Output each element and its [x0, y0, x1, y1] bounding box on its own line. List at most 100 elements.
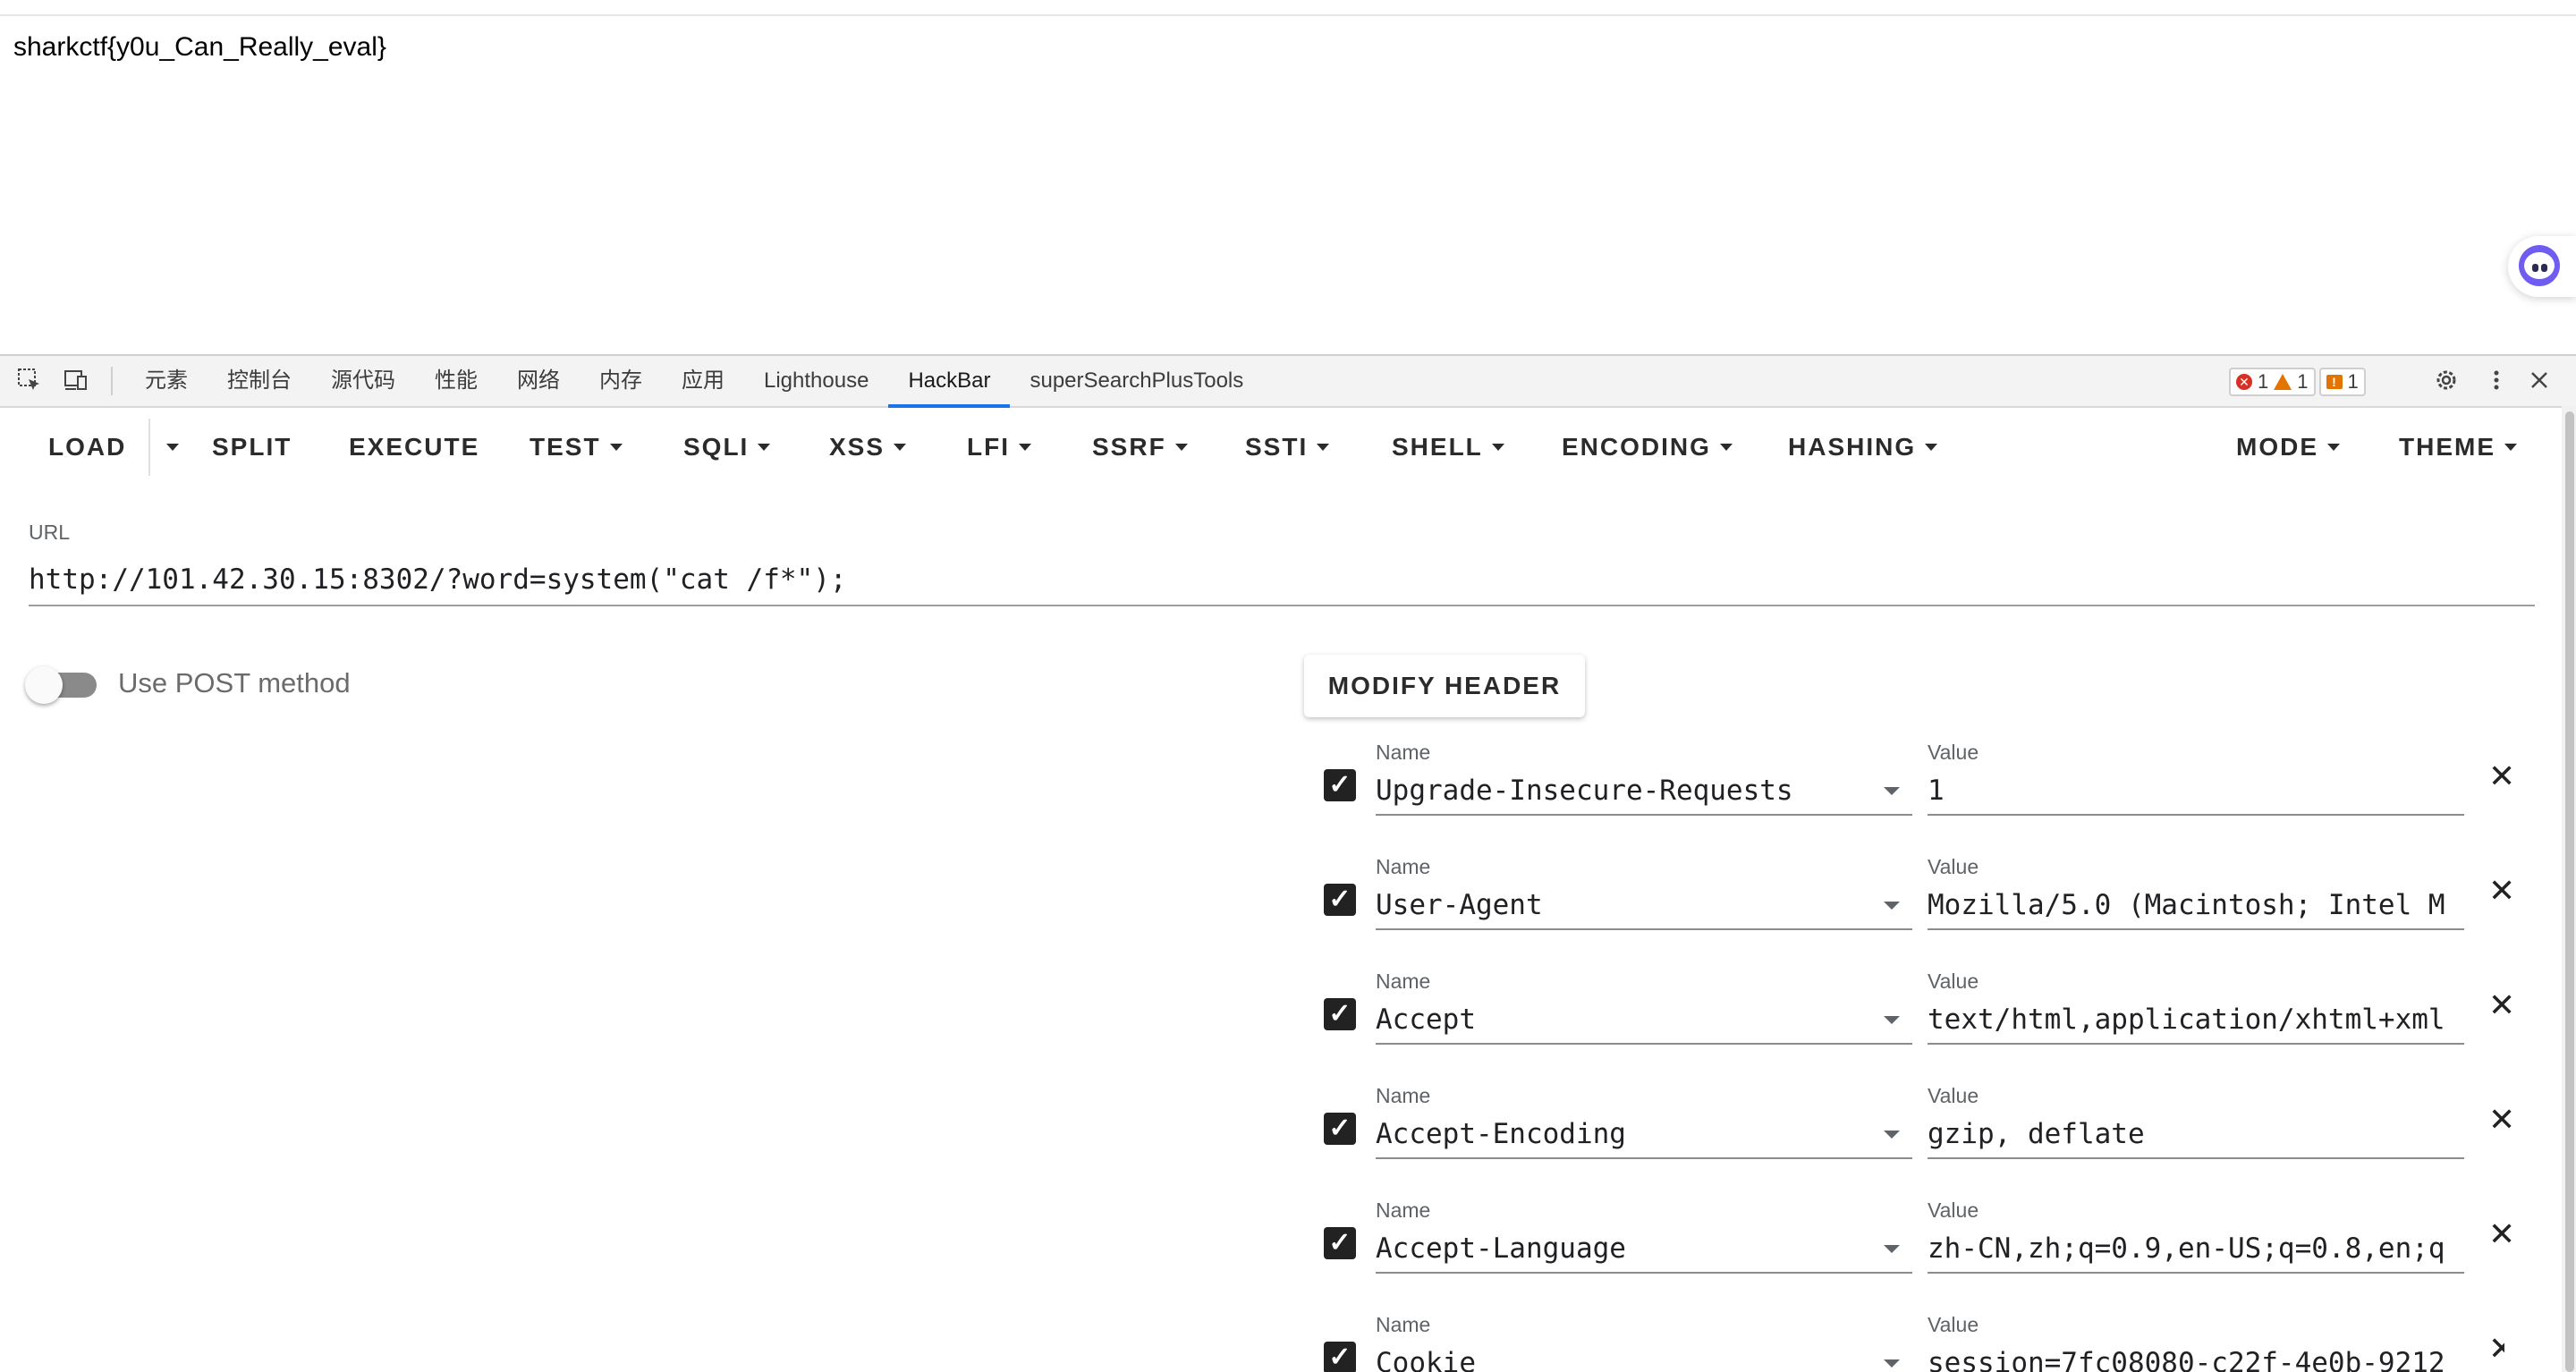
panel-scrollbar-thumb[interactable] — [2565, 411, 2574, 1372]
header-name-field[interactable]: Accept — [1376, 995, 1912, 1045]
header-value-label: Value — [1928, 741, 1979, 764]
tab-elements[interactable]: 元素 — [125, 356, 208, 406]
header-value-field[interactable]: zh-CN,zh;q=0.9,en-US;q=0.8,en;q — [1928, 1224, 2464, 1274]
header-name-label: Name — [1376, 1198, 1431, 1222]
header-value-field[interactable]: Mozilla/5.0 (Macintosh; Intel M — [1928, 880, 2464, 930]
info-badge: ! 1 — [2318, 368, 2366, 396]
sqli-label: SQLI — [683, 433, 750, 461]
delete-header-icon[interactable]: ✕ — [2488, 1218, 2515, 1250]
url-input[interactable] — [29, 555, 2535, 606]
caret-down-icon[interactable] — [1884, 1245, 1900, 1253]
theme-label: THEME — [2399, 433, 2496, 461]
caret-down-icon[interactable] — [1884, 1131, 1900, 1139]
chevron-down-icon — [2327, 443, 2340, 451]
tab-sources[interactable]: 源代码 — [311, 356, 415, 406]
toolbar-divider — [111, 367, 113, 395]
tab-performance[interactable]: 性能 — [415, 356, 497, 406]
assistant-float-button[interactable] — [2508, 236, 2576, 297]
chevron-down-icon — [609, 443, 623, 451]
tab-memory[interactable]: 内存 — [580, 356, 662, 406]
close-icon[interactable] — [2526, 367, 2553, 394]
page-flag-text: sharkctf{y0u_Can_Really_eval} — [13, 32, 386, 62]
hashing-menu[interactable]: HASHING — [1788, 406, 1938, 488]
header-name-field[interactable]: Cookie — [1376, 1338, 1912, 1372]
modify-header-button[interactable]: MODIFY HEADER — [1304, 655, 1585, 717]
encoding-menu[interactable]: ENCODING — [1562, 406, 1733, 488]
tab-network[interactable]: 网络 — [497, 356, 580, 406]
execute-button[interactable]: EXECUTE — [349, 406, 479, 488]
header-value-label: Value — [1928, 1198, 1979, 1222]
header-enabled-checkbox[interactable]: ✓ — [1324, 1113, 1356, 1145]
header-name-label: Name — [1376, 855, 1431, 878]
delete-header-icon[interactable]: ✕ — [2488, 989, 2515, 1021]
device-toolbar-icon[interactable] — [63, 367, 89, 394]
eye-left — [2532, 264, 2538, 272]
load-button[interactable]: LOAD — [48, 406, 126, 488]
mode-menu[interactable]: MODE — [2236, 406, 2340, 488]
header-name-field[interactable]: Accept-Encoding — [1376, 1109, 1912, 1159]
theme-menu[interactable]: THEME — [2399, 406, 2517, 488]
header-enabled-checkbox[interactable]: ✓ — [1324, 769, 1356, 801]
test-label: TEST — [530, 433, 601, 461]
delete-header-icon[interactable]: ✕ — [2488, 760, 2515, 792]
tab-hackbar[interactable]: HackBar — [888, 356, 1011, 408]
header-value-field[interactable]: text/html,application/xhtml+xml — [1928, 995, 2464, 1045]
delete-header-icon[interactable]: ✕ — [2488, 875, 2515, 907]
info-count: 1 — [2347, 370, 2359, 393]
delete-header-icon[interactable]: ✕ — [2488, 1104, 2515, 1136]
delete-header-icon[interactable]: ✕ — [2488, 1333, 2504, 1365]
header-enabled-checkbox[interactable]: ✓ — [1324, 884, 1356, 916]
ssti-menu[interactable]: SSTI — [1245, 406, 1330, 488]
tab-supersearchplustools[interactable]: superSearchPlusTools — [1010, 356, 1263, 406]
header-value-label: Value — [1928, 1084, 1979, 1107]
tab-lighthouse[interactable]: Lighthouse — [744, 356, 888, 406]
lfi-menu[interactable]: LFI — [967, 406, 1031, 488]
tab-application[interactable]: 应用 — [662, 356, 744, 406]
ssrf-menu[interactable]: SSRF — [1092, 406, 1188, 488]
header-name-label: Name — [1376, 1084, 1431, 1107]
header-value-field[interactable]: gzip, deflate — [1928, 1109, 2464, 1159]
eye-right — [2541, 264, 2547, 272]
post-method-toggle-knob[interactable] — [25, 666, 63, 704]
header-enabled-checkbox[interactable]: ✓ — [1324, 1227, 1356, 1259]
split-button[interactable]: SPLIT — [212, 406, 292, 488]
header-value-field[interactable]: 1 — [1928, 766, 2464, 816]
post-method-label: Use POST method — [118, 667, 351, 699]
gear-icon[interactable] — [2433, 367, 2460, 394]
devtools-tabs: 元素 控制台 源代码 性能 网络 内存 应用 Lighthouse HackBa… — [125, 356, 1263, 408]
header-row: ✓ Name Upgrade-Insecure-Requests Value 1… — [1315, 741, 2515, 855]
info-icon: ! — [2326, 375, 2343, 389]
caret-down-icon[interactable] — [1884, 902, 1900, 910]
caret-down-icon[interactable] — [1884, 787, 1900, 795]
issues-counter[interactable]: ✕ 1 1 ! 1 — [2229, 368, 2366, 396]
error-count: 1 — [2258, 370, 2269, 393]
hackbar-toolbar: LOAD SPLIT EXECUTE TEST SQLI XSS LFI SSR… — [0, 406, 2558, 488]
chevron-down-icon — [1925, 443, 1938, 451]
header-enabled-checkbox[interactable]: ✓ — [1324, 1342, 1356, 1372]
header-name-field[interactable]: Upgrade-Insecure-Requests — [1376, 766, 1912, 816]
caret-down-icon[interactable] — [1884, 1016, 1900, 1024]
header-row: ✓ Name Cookie Value session=7fc08080-c22… — [1315, 1313, 2504, 1372]
header-enabled-checkbox[interactable]: ✓ — [1324, 998, 1356, 1030]
test-menu[interactable]: TEST — [530, 406, 623, 488]
chevron-down-icon — [2504, 443, 2517, 451]
xss-menu[interactable]: XSS — [829, 406, 907, 488]
header-row: ✓ Name Accept-Language Value zh-CN,zh;q=… — [1315, 1198, 2515, 1313]
load-dropdown-button[interactable] — [157, 406, 179, 488]
more-vert-icon[interactable] — [2483, 367, 2510, 394]
warning-icon — [2274, 374, 2292, 390]
header-name-field[interactable]: Accept-Language — [1376, 1224, 1912, 1274]
header-name-field[interactable]: User-Agent — [1376, 880, 1912, 930]
chevron-down-icon — [1719, 443, 1733, 451]
header-row: ✓ Name Accept-Encoding Value gzip, defla… — [1315, 1084, 2515, 1198]
tab-console[interactable]: 控制台 — [208, 356, 311, 406]
caret-down-icon[interactable] — [1884, 1359, 1900, 1368]
hashing-label: HASHING — [1788, 433, 1917, 461]
header-row: ✓ Name User-Agent Value Mozilla/5.0 (Mac… — [1315, 855, 2515, 970]
header-value-field[interactable]: session=7fc08080-c22f-4e0b-9212 — [1928, 1338, 2464, 1372]
inspect-element-icon[interactable] — [16, 367, 43, 394]
sqli-menu[interactable]: SQLI — [683, 406, 771, 488]
assistant-face-icon — [2519, 245, 2560, 286]
shell-menu[interactable]: SHELL — [1392, 406, 1504, 488]
chevron-down-icon — [1019, 443, 1031, 451]
